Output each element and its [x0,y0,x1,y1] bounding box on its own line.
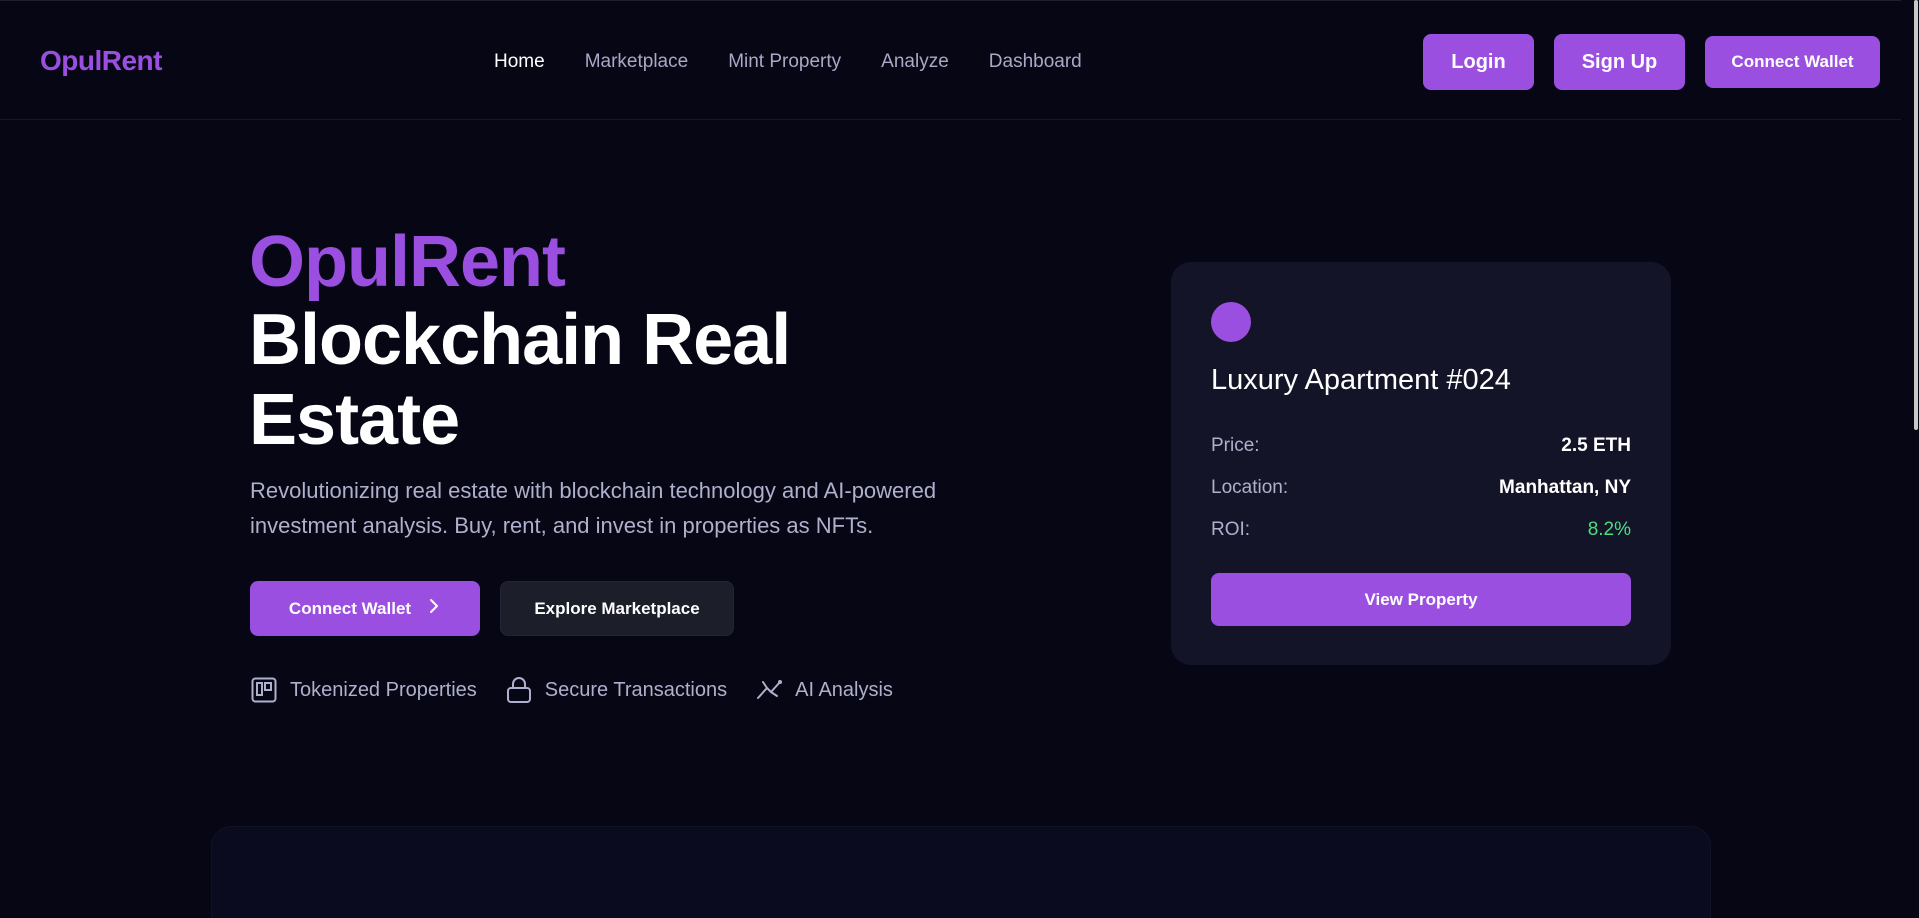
ai-icon [755,676,783,704]
property-title: Luxury Apartment #024 [1211,364,1511,396]
nav-link-marketplace[interactable]: Marketplace [585,51,689,73]
location-label: Location: [1211,477,1289,498]
property-location-row: Location: Manhattan, NY [1211,477,1631,499]
nav-link-analyze[interactable]: Analyze [881,51,949,73]
explore-marketplace-button[interactable]: Explore Marketplace [500,581,734,636]
location-value: Manhattan, NY [1499,477,1631,498]
feature-secure: Secure Transactions [505,676,727,704]
price-value: 2.5 ETH [1561,435,1631,456]
bottom-panel [211,826,1711,918]
property-roi-row: ROI: 8.2% [1211,519,1631,541]
hero-title-brand: OpulRent [249,222,566,302]
navbar: OpulRent Home Marketplace Mint Property … [0,0,1901,120]
connect-wallet-hero-button[interactable]: Connect Wallet [250,581,480,636]
feature-label: Tokenized Properties [290,678,477,701]
nav-link-home[interactable]: Home [494,51,545,73]
property-avatar [1211,302,1251,342]
hero-title-main: Blockchain Real Estate [249,300,791,460]
signup-button[interactable]: Sign Up [1554,34,1685,90]
connect-wallet-label: Connect Wallet [288,598,412,618]
lock-icon [505,676,533,704]
feature-label: AI Analysis [795,678,893,701]
nav-links: Home Marketplace Mint Property Analyze D… [494,51,1082,73]
chevron-right-icon [427,598,441,619]
roi-value: 8.2% [1587,519,1631,540]
scrollbar-thumb[interactable] [1914,0,1918,430]
feature-label: Secure Transactions [544,678,728,701]
property-card: Luxury Apartment #024 Price: 2.5 ETH Loc… [1171,262,1671,665]
logo[interactable]: OpulRent [40,45,163,77]
nav-link-dashboard[interactable]: Dashboard [989,51,1082,73]
login-button[interactable]: Login [1423,34,1534,90]
feature-ai: AI Analysis [755,676,893,704]
page: OpulRent Home Marketplace Mint Property … [0,0,1919,918]
price-label: Price: [1211,435,1260,456]
roi-label: ROI: [1211,519,1251,540]
feature-list: Tokenized Properties Secure Transactions [250,676,893,704]
feature-tokenized: Tokenized Properties [250,676,477,704]
nav-link-mint-property[interactable]: Mint Property [728,51,841,73]
view-property-button[interactable]: View Property [1211,573,1631,626]
token-icon [250,676,278,704]
hero-description: Revolutionizing real estate with blockch… [250,478,937,538]
connect-wallet-nav-button[interactable]: Connect Wallet [1705,36,1880,88]
property-price-row: Price: 2.5 ETH [1211,435,1631,457]
